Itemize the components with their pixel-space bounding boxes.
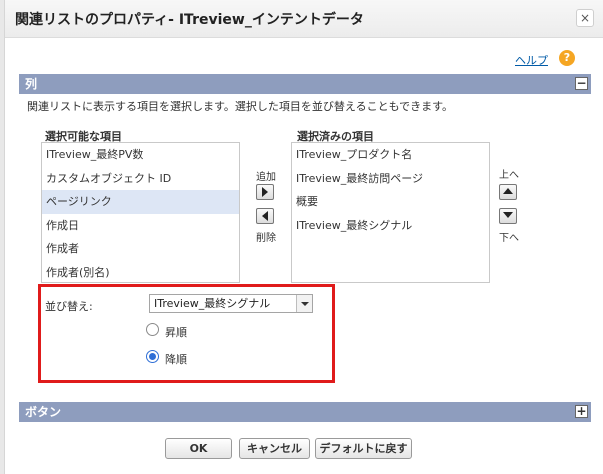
dialog-title: 関連リストのプロパティ- ITreview_インテントデータ xyxy=(15,12,364,28)
list-item[interactable]: 作成者 xyxy=(42,237,239,261)
cancel-button[interactable]: キャンセル xyxy=(239,438,310,459)
down-label: 下へ xyxy=(499,233,519,244)
list-item[interactable]: ITreview_最終PV数 xyxy=(42,143,239,167)
list-item[interactable]: カスタムオブジェクト ID xyxy=(42,167,239,191)
related-list-properties-dialog: 関連リストのプロパティ- ITreview_インテントデータ × ヘルプ ? 列… xyxy=(4,0,603,474)
columns-description: 関連リストに表示する項目を選択します。選択した項目を並び替えることもできます。 xyxy=(27,100,454,113)
move-up-button[interactable] xyxy=(499,184,517,200)
list-item[interactable]: ITreview_プロダクト名 xyxy=(292,143,489,167)
list-item[interactable]: 概要 xyxy=(292,190,489,214)
sort-ascending-radio[interactable] xyxy=(146,323,159,336)
add-label: 追加 xyxy=(256,172,276,183)
sort-field-value: ITreview_最終シグナル xyxy=(154,297,271,310)
reset-default-button[interactable]: デフォルトに戻す xyxy=(315,438,412,459)
buttons-section-title: ボタン xyxy=(25,405,62,419)
columns-section-title: 列 xyxy=(25,77,38,91)
sort-ascending-label: 昇順 xyxy=(165,326,187,339)
add-button[interactable] xyxy=(256,184,274,200)
up-label: 上へ xyxy=(499,170,519,181)
move-down-button[interactable] xyxy=(499,208,517,224)
buttons-section-header: ボタン + xyxy=(19,402,591,422)
remove-label: 削除 xyxy=(256,233,276,244)
chevron-down-icon xyxy=(296,295,312,312)
ok-button[interactable]: OK xyxy=(165,438,232,459)
columns-section-header: 列 − xyxy=(19,74,591,94)
selected-fields-list[interactable]: ITreview_プロダクト名 ITreview_最終訪問ページ 概要 ITre… xyxy=(291,142,490,283)
arrow-right-icon xyxy=(262,187,268,197)
arrow-down-icon xyxy=(503,212,513,218)
sort-descending-label: 降順 xyxy=(165,353,187,366)
list-item[interactable]: ITreview_最終訪問ページ xyxy=(292,167,489,191)
arrow-up-icon xyxy=(503,188,513,194)
dialog-titlebar: 関連リストのプロパティ- ITreview_インテントデータ × xyxy=(5,0,603,38)
list-item[interactable]: 作成日 xyxy=(42,214,239,238)
close-button[interactable]: × xyxy=(576,9,594,27)
list-item[interactable]: 作成者(別名) xyxy=(42,261,239,285)
remove-button[interactable] xyxy=(256,208,274,224)
sort-label: 並び替え: xyxy=(45,300,93,313)
list-item-selected[interactable]: ページリンク xyxy=(42,190,239,214)
list-item[interactable]: ITreview_最終シグナル xyxy=(292,214,489,238)
expand-icon[interactable]: + xyxy=(575,405,588,418)
collapse-icon[interactable]: − xyxy=(575,77,588,90)
sort-descending-radio[interactable] xyxy=(146,350,159,363)
arrow-left-icon xyxy=(262,211,268,221)
available-fields-list[interactable]: ITreview_最終PV数 カスタムオブジェクト ID ページリンク 作成日 … xyxy=(41,142,240,283)
help-link[interactable]: ヘルプ xyxy=(515,52,548,68)
sort-field-select[interactable]: ITreview_最終シグナル xyxy=(149,294,313,313)
help-icon[interactable]: ? xyxy=(559,50,575,66)
